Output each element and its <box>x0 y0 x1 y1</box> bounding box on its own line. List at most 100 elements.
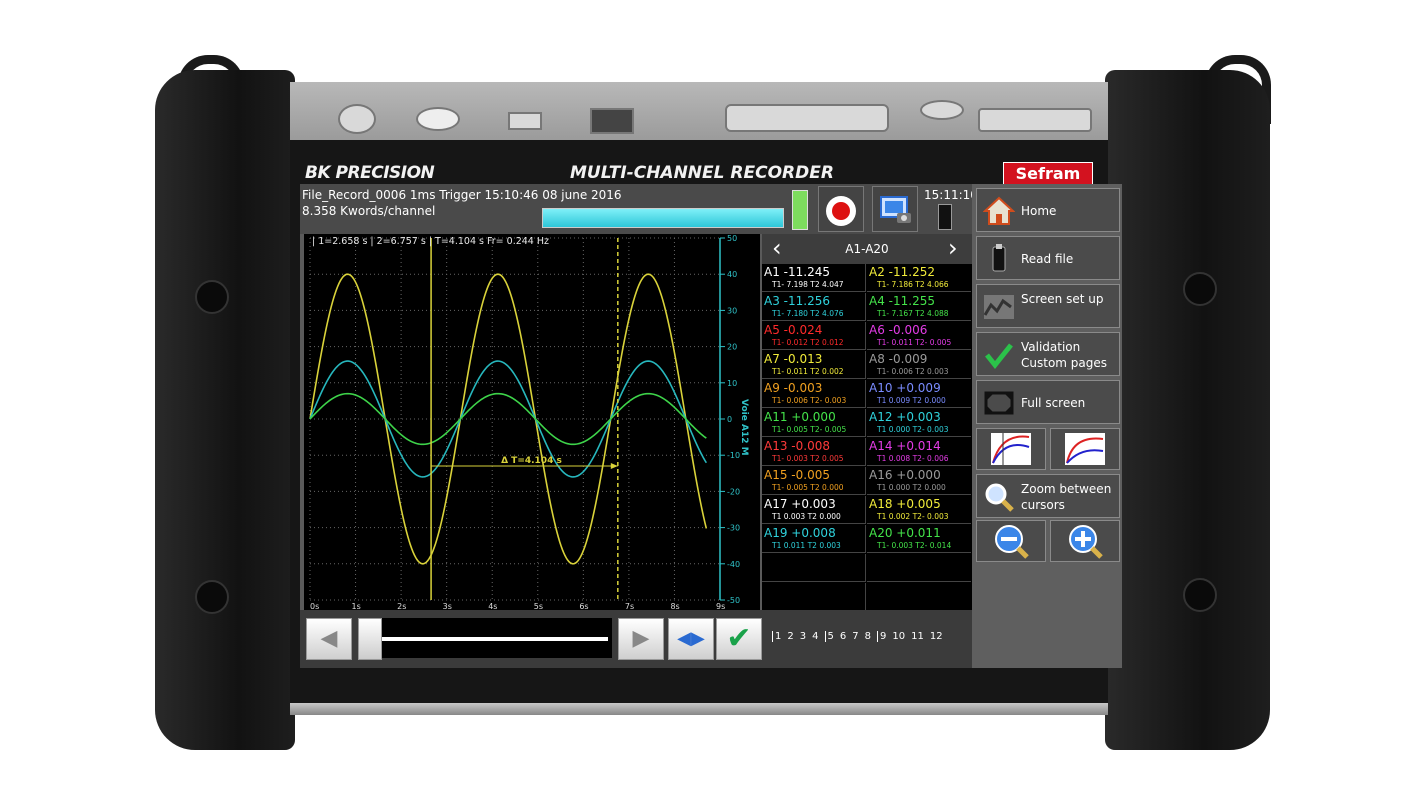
record-icon <box>826 196 856 226</box>
x-tick-label: 8s <box>670 602 680 611</box>
left-bumper <box>155 70 295 750</box>
channel-value: A18 +0.005 <box>869 497 941 511</box>
channel-cell[interactable]: A5 -0.024 T1- 0.012 T2 0.012 <box>762 322 866 350</box>
screen-setup-button[interactable]: Screen set up <box>976 284 1120 328</box>
screenshot-button[interactable] <box>872 186 918 232</box>
home-button[interactable]: Home <box>976 188 1120 232</box>
bumper-knob <box>1183 578 1217 612</box>
channel-cell[interactable]: A14 +0.014 T1 0.008 T2- 0.006 <box>867 438 971 466</box>
page-selector[interactable]: 1 2 3 4 5 6 7 8 9 10 11 12 <box>762 610 972 668</box>
expand-button[interactable]: ◀▶ <box>668 618 714 660</box>
channel-cell[interactable]: A2 -11.252 T1- 7.186 T2 4.066 <box>867 264 971 292</box>
x-tick-label: 9s <box>716 602 726 611</box>
channel-range-label: A1-A20 <box>845 242 889 256</box>
x-tick-label: 4s <box>488 602 498 611</box>
channel-detail: T1- 7.167 T2 4.088 <box>877 309 949 318</box>
record-button[interactable] <box>818 186 864 232</box>
channel-cell[interactable]: A16 +0.000 T1 0.000 T2 0.000 <box>867 467 971 495</box>
channel-detail: T1- 0.012 T2 0.012 <box>772 338 844 347</box>
channel-cell[interactable]: A11 +0.000 T1- 0.005 T2- 0.005 <box>762 409 866 437</box>
channel-detail: T1 0.000 T2- 0.003 <box>877 425 949 434</box>
next-page-icon[interactable]: › <box>948 234 958 262</box>
bumper-knob <box>195 580 229 614</box>
channel-detail: T1 0.009 T2 0.000 <box>877 396 946 405</box>
channel-detail: T1 0.000 T2 0.000 <box>877 483 946 492</box>
page-number[interactable]: 3 <box>800 631 806 642</box>
page-number[interactable]: 11 <box>911 631 924 642</box>
record-progress-fill <box>543 209 783 227</box>
channel-detail: T1 0.002 T2- 0.003 <box>877 512 949 521</box>
channel-cell[interactable]: A18 +0.005 T1 0.002 T2- 0.003 <box>867 496 971 524</box>
page-number[interactable]: 2 <box>787 631 793 642</box>
x-tick-label: 3s <box>442 602 452 611</box>
checkmark-icon: ✔ <box>726 621 752 656</box>
channel-value: A8 -0.009 <box>869 352 928 366</box>
channel-value: A7 -0.013 <box>764 352 823 366</box>
device-base <box>290 703 1108 715</box>
channel-cell[interactable]: A13 -0.008 T1- 0.003 T2 0.005 <box>762 438 866 466</box>
page-number[interactable]: 1 <box>772 631 782 642</box>
prev-page-icon[interactable]: ‹ <box>772 234 782 262</box>
channel-cell[interactable]: A3 -11.256 T1- 7.180 T2 4.076 <box>762 293 866 321</box>
bumper-knob <box>195 280 229 314</box>
zoom-out-button[interactable] <box>976 520 1046 562</box>
channel-value: A6 -0.006 <box>869 323 928 337</box>
scroll-left-button[interactable]: ◀ <box>306 618 352 660</box>
usb-icon <box>938 204 952 230</box>
zoom-between-button[interactable]: Zoom between cursors <box>976 474 1120 518</box>
left-arrow-icon: ◀ <box>320 626 338 651</box>
y-axis-label: Voie A12 M <box>739 399 749 456</box>
curve-compare-button[interactable] <box>1050 428 1120 470</box>
channel-cell[interactable]: A4 -11.255 T1- 7.167 T2 4.088 <box>867 293 971 321</box>
curve-graph-icon <box>1065 433 1105 465</box>
channel-cell[interactable]: A10 +0.009 T1 0.009 T2 0.000 <box>867 380 971 408</box>
page-number[interactable]: 6 <box>840 631 846 642</box>
waveform-chart[interactable]: 50 40 30 20 10 0 -10 -20 -30 -40 -50 Voie A12 MΔ T=… <box>304 234 760 610</box>
channel-value: A3 -11.256 <box>764 294 830 308</box>
channel-cell[interactable]: A15 -0.005 T1- 0.005 T2 0.000 <box>762 467 866 495</box>
channel-value: A5 -0.024 <box>764 323 823 337</box>
channel-cell[interactable]: A9 -0.003 T1- 0.006 T2- 0.003 <box>762 380 866 408</box>
channel-cell[interactable]: A8 -0.009 T1- 0.006 T2 0.003 <box>867 351 971 379</box>
validation-label: Validation Custom pages <box>1021 340 1108 370</box>
channel-detail: T1- 0.006 T2- 0.003 <box>772 396 847 405</box>
confirm-button[interactable]: ✔ <box>716 618 762 660</box>
read-file-button[interactable]: Read file <box>976 236 1120 280</box>
page-number[interactable]: 4 <box>812 631 818 642</box>
channel-detail: T1- 0.003 T2- 0.014 <box>877 541 952 550</box>
side-menu: Home Read file Screen set up Validation … <box>972 184 1122 668</box>
channel-cell[interactable]: A20 +0.011 T1- 0.003 T2- 0.014 <box>867 525 971 553</box>
channel-cell[interactable]: A7 -0.013 T1- 0.011 T2 0.002 <box>762 351 866 379</box>
validation-button[interactable]: Validation Custom pages <box>976 332 1120 376</box>
full-screen-button[interactable]: Full screen <box>976 380 1120 424</box>
slider-thumb[interactable] <box>358 618 382 660</box>
channel-value: A12 +0.003 <box>869 410 941 424</box>
scroll-right-button[interactable]: ▶ <box>618 618 664 660</box>
left-right-arrows-icon: ◀▶ <box>677 628 705 649</box>
page-number[interactable]: 7 <box>852 631 858 642</box>
page-number[interactable]: 9 <box>877 631 887 642</box>
channel-cell[interactable]: A17 +0.003 T1 0.003 T2 0.000 <box>762 496 866 524</box>
y-tick-label: 50 <box>727 234 737 243</box>
curve-view-button[interactable] <box>976 428 1046 470</box>
y-tick-label: 10 <box>727 379 737 388</box>
channel-cell[interactable]: A1 -11.245 T1- 7.198 T2 4.047 <box>762 264 866 292</box>
y-tick-label: -40 <box>727 560 740 569</box>
zoom-between-label: Zoom between cursors <box>1021 482 1112 512</box>
brand-label: BK PRECISION <box>305 163 435 183</box>
x-tick-label: 1s <box>351 602 361 611</box>
channel-cell[interactable]: A19 +0.008 T1 0.011 T2 0.003 <box>762 525 866 553</box>
connector-port <box>920 100 964 120</box>
dsub-connector <box>725 104 889 132</box>
channel-cell[interactable]: A12 +0.003 T1 0.000 T2- 0.003 <box>867 409 971 437</box>
channel-value: A16 +0.000 <box>869 468 941 482</box>
time-slider[interactable] <box>358 618 612 660</box>
page-number[interactable]: 5 <box>824 631 834 642</box>
channel-value: A17 +0.003 <box>764 497 836 511</box>
channel-cell[interactable]: A6 -0.006 T1- 0.011 T2- 0.005 <box>867 322 971 350</box>
page-number[interactable]: 8 <box>865 631 871 642</box>
page-number[interactable]: 10 <box>892 631 905 642</box>
zoom-in-button[interactable] <box>1050 520 1120 562</box>
connector-port <box>338 104 376 134</box>
page-number[interactable]: 12 <box>930 631 943 642</box>
